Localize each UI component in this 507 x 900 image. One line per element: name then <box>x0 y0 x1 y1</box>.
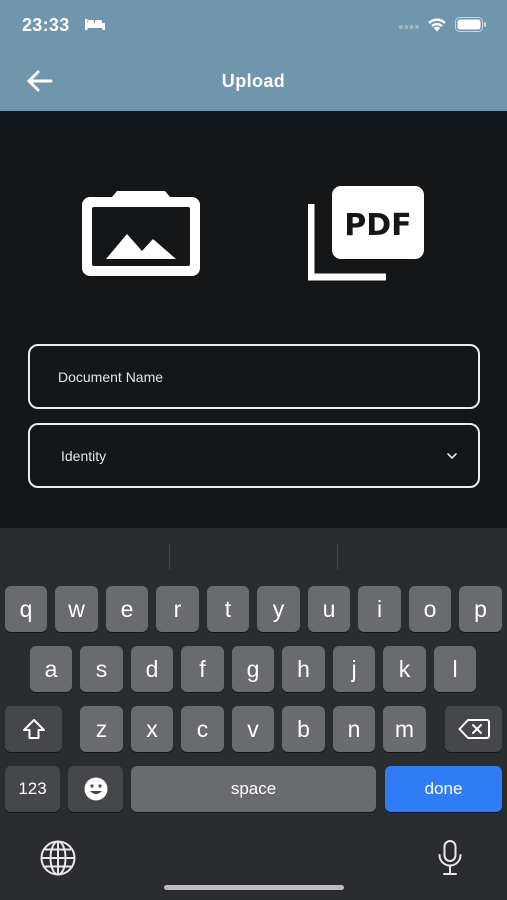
key-u[interactable]: u <box>308 586 350 632</box>
keyboard-row-2: a s d f g h j k l <box>0 646 507 692</box>
svg-text:PDF: PDF <box>344 208 411 243</box>
backspace-icon <box>458 719 490 739</box>
numbers-key[interactable]: 123 <box>5 766 60 812</box>
key-h[interactable]: h <box>282 646 325 692</box>
key-j[interactable]: j <box>333 646 375 692</box>
done-key[interactable]: done <box>385 766 502 812</box>
chevron-down-icon <box>447 453 457 460</box>
key-f[interactable]: f <box>181 646 224 692</box>
upload-form: PDF Identity <box>0 111 507 528</box>
key-d[interactable]: d <box>131 646 173 692</box>
wifi-icon <box>428 18 446 32</box>
key-n[interactable]: n <box>333 706 375 752</box>
suggestion-divider <box>169 544 170 570</box>
keyboard-row-1: q w e r t y u i o p <box>0 586 507 632</box>
document-type-value: Identity <box>61 448 107 464</box>
status-time: 23:33 <box>22 15 70 35</box>
on-screen-keyboard: q w e r t y u i o p a s d f g h j k l z … <box>0 528 507 900</box>
key-z[interactable]: z <box>80 706 123 752</box>
space-key[interactable]: space <box>131 766 376 812</box>
key-o[interactable]: o <box>409 586 451 632</box>
sleep-focus-icon <box>85 19 105 30</box>
key-w[interactable]: w <box>55 586 98 632</box>
key-a[interactable]: a <box>30 646 72 692</box>
key-p[interactable]: p <box>459 586 502 632</box>
suggestion-divider <box>337 544 338 570</box>
key-x[interactable]: x <box>131 706 173 752</box>
document-name-input[interactable] <box>28 344 480 409</box>
image-upload-icon[interactable] <box>82 190 200 276</box>
key-s[interactable]: s <box>80 646 123 692</box>
emoji-icon <box>84 777 107 801</box>
emoji-key[interactable] <box>68 766 123 812</box>
key-v[interactable]: v <box>232 706 274 752</box>
key-i[interactable]: i <box>358 586 401 632</box>
key-c[interactable]: c <box>181 706 224 752</box>
backspace-key[interactable] <box>445 706 502 752</box>
key-e[interactable]: e <box>106 586 148 632</box>
key-y[interactable]: y <box>257 586 300 632</box>
status-bar: 23:33 <box>0 0 507 52</box>
keyboard-row-3: z x c v b n m <box>0 706 507 752</box>
shift-icon <box>22 719 45 739</box>
keyboard-row-4: 123 space done <box>0 766 507 812</box>
globe-icon[interactable] <box>39 839 77 877</box>
shift-key[interactable] <box>5 706 62 752</box>
cellular-signal-icon <box>399 25 419 29</box>
battery-icon <box>455 17 486 32</box>
page-title: Upload <box>221 71 286 91</box>
microphone-icon[interactable] <box>436 839 464 877</box>
document-type-select[interactable]: Identity <box>28 423 480 488</box>
pdf-upload-icon[interactable]: PDF <box>308 185 426 281</box>
app-header: Upload <box>0 52 507 111</box>
key-r[interactable]: r <box>156 586 199 632</box>
key-m[interactable]: m <box>383 706 426 752</box>
home-indicator[interactable] <box>164 885 344 890</box>
key-t[interactable]: t <box>207 586 249 632</box>
key-k[interactable]: k <box>383 646 426 692</box>
key-l[interactable]: l <box>434 646 476 692</box>
key-b[interactable]: b <box>282 706 325 752</box>
key-g[interactable]: g <box>232 646 274 692</box>
key-q[interactable]: q <box>5 586 47 632</box>
